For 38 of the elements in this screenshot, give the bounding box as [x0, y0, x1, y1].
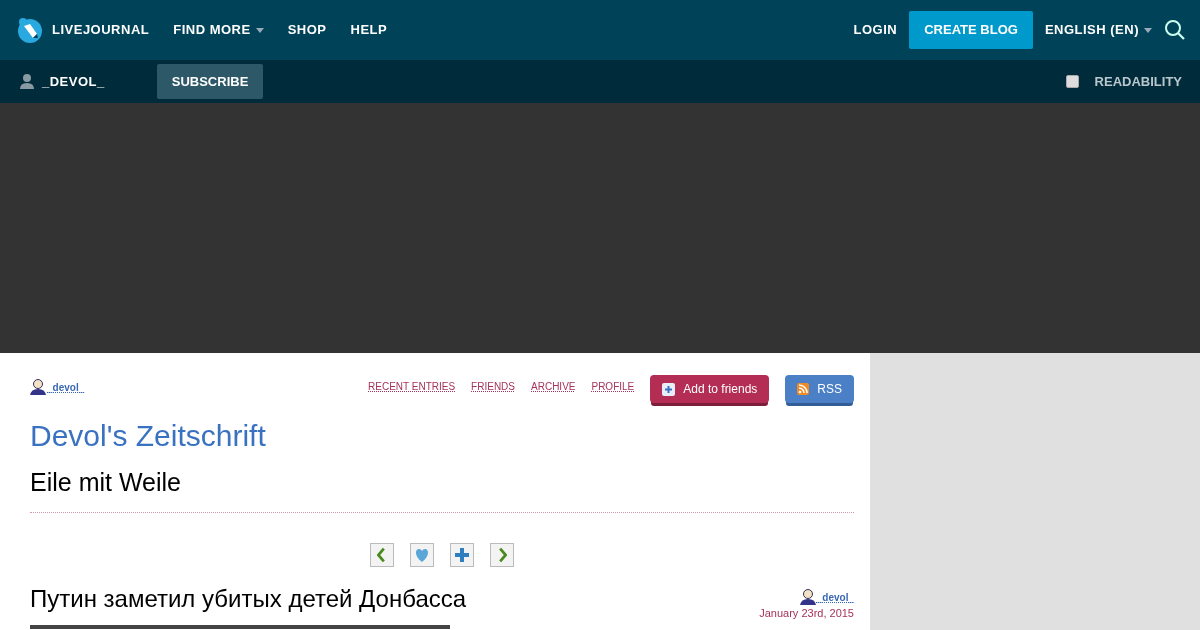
- entry-date: January 23rd, 2015: [759, 605, 854, 621]
- rss-button[interactable]: RSS: [785, 375, 854, 403]
- journal-nav-link[interactable]: FRIENDS: [471, 379, 515, 394]
- nav-link[interactable]: HELP: [350, 20, 388, 40]
- caret-icon: [1144, 28, 1152, 34]
- journal-subtitle: Eile mit Weile: [30, 467, 182, 498]
- readability-checkbox[interactable]: [1065, 75, 1079, 88]
- journal-title[interactable]: Devol's Zeitschrift: [30, 413, 854, 458]
- logo-icon: [16, 16, 44, 44]
- heart-button[interactable]: [410, 542, 434, 567]
- rss-icon: [797, 383, 810, 395]
- heart-icon: [414, 546, 430, 563]
- login-link[interactable]: LOGIN: [853, 20, 898, 40]
- language-dropdown[interactable]: ENGLISH (EN): [1044, 20, 1152, 40]
- previous-icon: [377, 546, 387, 563]
- nav-link[interactable]: SHOP: [287, 20, 327, 40]
- plus-icon: [662, 382, 676, 396]
- search-icon[interactable]: [1164, 19, 1186, 41]
- logo-text[interactable]: LIVEJOURNAL: [52, 20, 150, 40]
- journal-nav-link[interactable]: RECENT ENTRIES: [368, 379, 456, 394]
- plus-icon: [454, 546, 470, 563]
- next-button[interactable]: [490, 542, 514, 567]
- username-link[interactable]: _devol_: [47, 380, 85, 395]
- readability-label: READABILITY: [1094, 72, 1182, 91]
- add-to-friends-button[interactable]: Add to friends: [650, 375, 770, 403]
- previous-button[interactable]: [370, 542, 394, 567]
- journal-nav-link[interactable]: ARCHIVE: [531, 379, 576, 394]
- user-icon: [20, 74, 34, 89]
- username-link[interactable]: _DEVOL_: [42, 71, 105, 92]
- entry-title: Путин заметил убитых детей Донбасса: [30, 583, 467, 614]
- subscribe-button[interactable]: SUBSCRIBE: [156, 63, 264, 100]
- user-icon: [799, 588, 817, 605]
- plus-button[interactable]: [450, 542, 474, 567]
- username-link[interactable]: _devol_: [816, 589, 854, 605]
- nav-dropdown[interactable]: FIND MORE: [173, 20, 264, 40]
- journal-nav-link[interactable]: PROFILE: [591, 379, 635, 394]
- user-icon: [30, 379, 47, 395]
- next-icon: [497, 546, 507, 563]
